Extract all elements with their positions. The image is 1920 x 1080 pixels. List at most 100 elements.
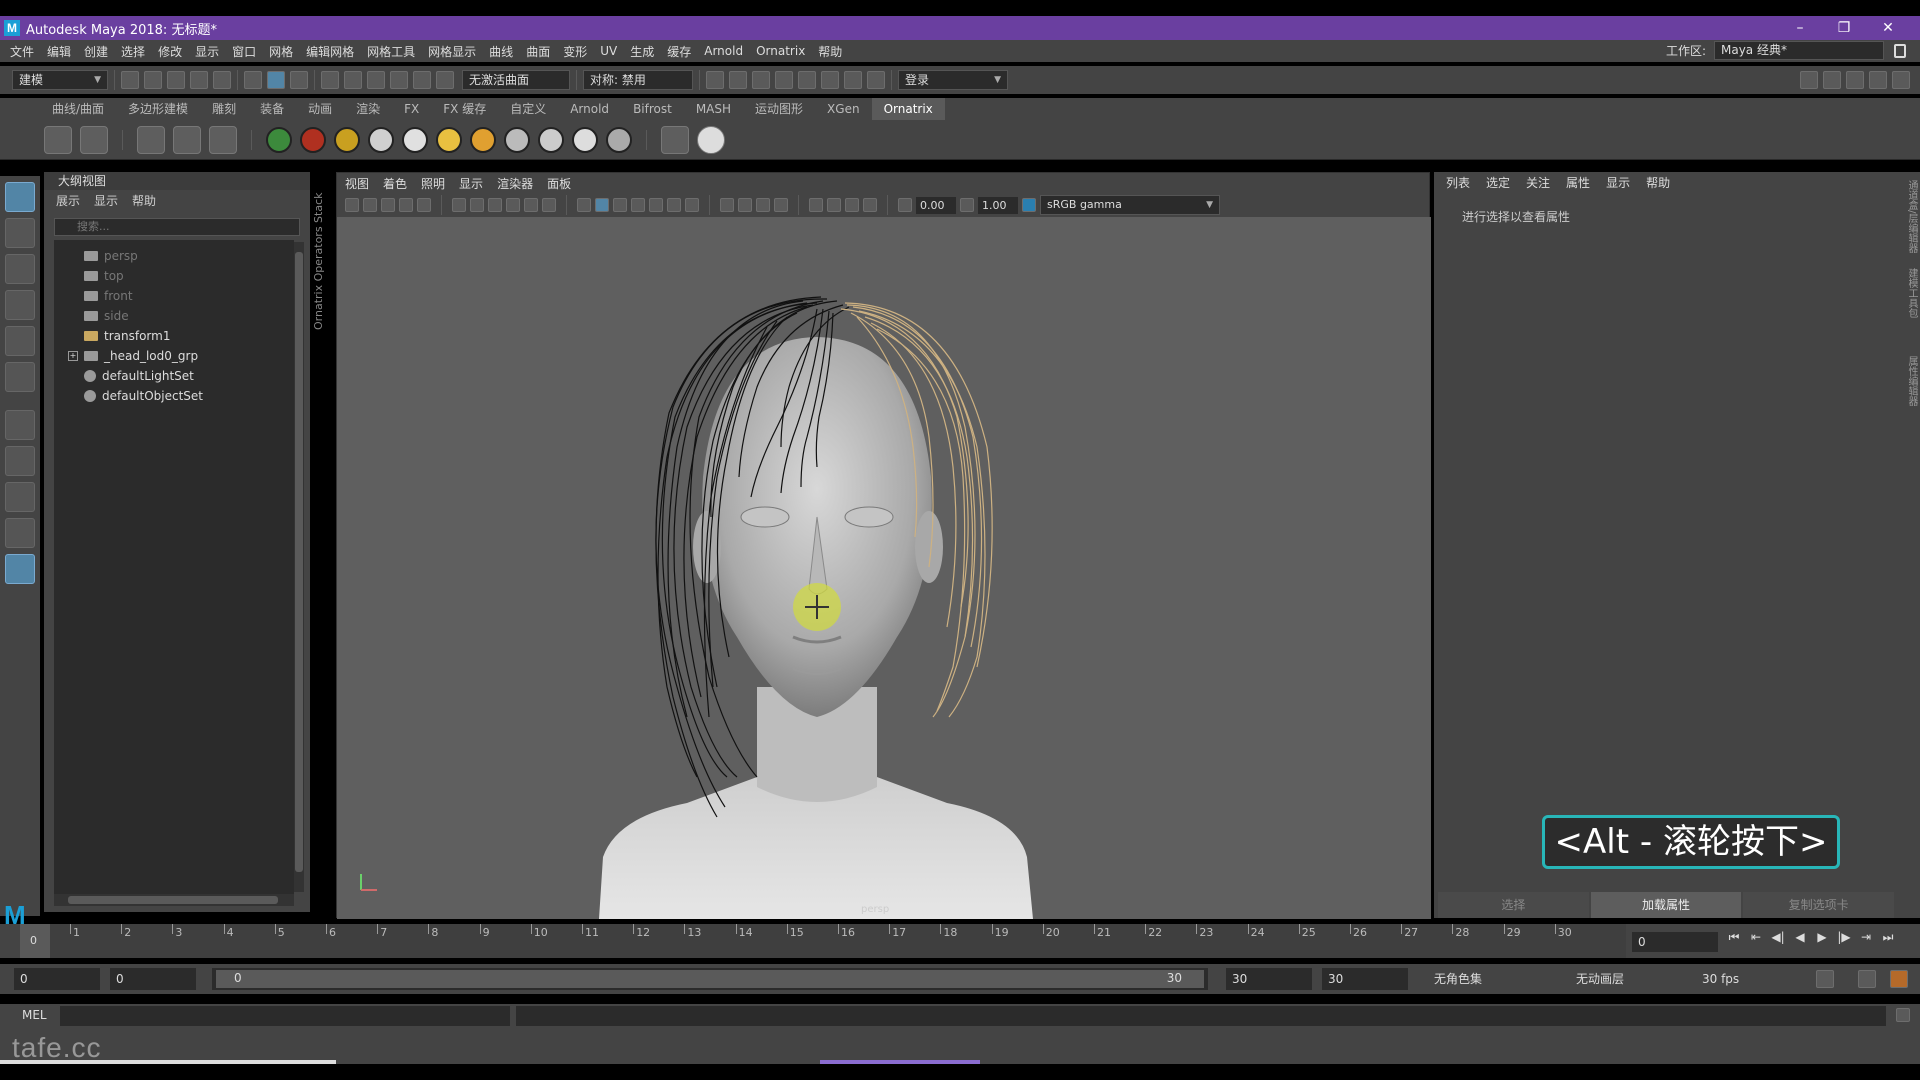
outliner-item-default-light-set[interactable]: defaultLightSet [54,366,294,386]
ae-menu-show[interactable]: 显示 [1606,174,1630,191]
select-tool-icon[interactable] [5,182,35,212]
viewport-menu-renderer[interactable]: 渲染器 [497,175,533,192]
ornatrix-operator-icon-6[interactable] [436,126,462,153]
range-thumb[interactable] [216,970,1204,988]
exposure-icon[interactable] [898,198,912,212]
outliner-item-default-object-set[interactable]: defaultObjectSet [54,386,294,406]
rotate-tool-icon[interactable] [5,326,35,356]
outliner-item-persp[interactable]: persp [54,246,294,266]
ae-copy-tab-button[interactable]: 复制选项卡 [1743,892,1895,918]
resolution-gate-icon[interactable] [488,198,502,212]
channel-box-icon[interactable] [1892,71,1910,89]
ornatrix-operator-icon-3[interactable] [334,126,360,153]
menu-set-dropdown[interactable]: 建模 ▼ [12,70,108,90]
anti-aliasing-icon[interactable] [756,198,770,212]
ornatrix-operator-icon-1[interactable] [266,126,292,153]
ornatrix-operator-icon-8[interactable] [504,126,530,153]
shelf-tab-motion-graphics[interactable]: 运动图形 [743,98,815,120]
side-tab-modeling-toolkit[interactable]: 建模工具包 [1904,268,1919,348]
ornatrix-guides-icon[interactable] [80,125,108,154]
render-settings-icon[interactable] [775,71,793,89]
shelf-tab-arnold[interactable]: Arnold [558,98,621,120]
snap-surface-icon[interactable] [413,71,431,89]
pause-viewport-icon[interactable] [867,71,885,89]
ae-menu-selected[interactable]: 选定 [1486,174,1510,191]
shelf-tab-custom[interactable]: 自定义 [498,98,558,120]
exposure-field[interactable]: 0.00 [916,196,956,214]
lock-icon[interactable] [1894,43,1906,58]
shelf-tab-xgen[interactable]: XGen [815,98,872,120]
view-transform-dropdown[interactable]: sRGB gamma ▼ [1040,195,1220,215]
ornatrix-operator-icon-10[interactable] [572,126,598,153]
snap-grid-icon[interactable] [321,71,339,89]
scale-tool-icon[interactable] [5,362,35,392]
shelf-tab-curves[interactable]: 曲线/曲面 [40,98,116,120]
step-back-key-button[interactable]: ⇤ [1748,930,1764,945]
anim-end-field[interactable]: 30 [1322,968,1408,990]
character-set-dropdown[interactable]: 无角色集 [1428,968,1558,990]
ornatrix-operator-icon-5[interactable] [402,126,428,153]
workspace-dropdown[interactable]: Maya 经典* [1714,41,1884,60]
undo-icon[interactable] [190,71,208,89]
menu-windows[interactable]: 窗口 [232,43,256,60]
light-editor-icon[interactable] [844,71,862,89]
restore-button[interactable]: ❐ [1822,16,1866,40]
xray-components-icon[interactable] [863,198,877,212]
side-tab-channel-box[interactable]: 通道盒/层编辑器 [1904,180,1919,260]
wireframe-icon[interactable] [577,198,591,212]
render-setup-icon[interactable] [821,71,839,89]
outliner-item-top[interactable]: top [54,266,294,286]
modeling-toolkit-icon[interactable] [1800,71,1818,89]
ornatrix-operator-icon-4[interactable] [368,126,394,153]
ae-menu-focus[interactable]: 关注 [1526,174,1550,191]
snap-view-icon[interactable] [390,71,408,89]
menu-edit-mesh[interactable]: 编辑网格 [306,43,354,60]
menu-help[interactable]: 帮助 [818,43,842,60]
select-camera-icon[interactable] [345,198,359,212]
step-forward-frame-button[interactable]: |▶ [1836,930,1852,945]
character-controls-icon[interactable] [1823,71,1841,89]
safe-action-icon[interactable] [542,198,556,212]
menu-mesh-display[interactable]: 网格显示 [428,43,476,60]
step-back-frame-button[interactable]: ◀| [1770,930,1786,945]
shelf-tab-animation[interactable]: 动画 [296,98,344,120]
playback-start-field[interactable]: 0 [110,968,196,990]
ornatrix-operator-icon-2[interactable] [300,126,326,153]
ae-menu-attributes[interactable]: 属性 [1566,174,1590,191]
menu-create[interactable]: 创建 [84,43,108,60]
fps-dropdown[interactable]: 30 fps [1696,968,1800,990]
shelf-tab-ornatrix[interactable]: Ornatrix [871,98,945,120]
new-scene-icon[interactable] [121,71,139,89]
ornatrix-operator-icon-11[interactable] [606,126,632,153]
textured-icon[interactable] [649,198,663,212]
ornatrix-list-icon[interactable] [661,125,689,154]
outliner-layout-icon[interactable] [5,554,35,584]
ae-menu-help[interactable]: 帮助 [1646,174,1670,191]
field-chart-icon[interactable] [524,198,538,212]
ae-select-button[interactable]: 选择 [1438,892,1589,918]
viewport-menu-view[interactable]: 视图 [345,175,369,192]
viewport-menu-show[interactable]: 显示 [459,175,483,192]
expand-icon[interactable]: + [68,351,78,361]
viewport-scene[interactable]: persp [337,217,1431,919]
viewport-menu-panels[interactable]: 面板 [547,175,571,192]
color-management-icon[interactable] [1022,198,1036,212]
auto-key-icon[interactable] [1858,970,1876,988]
outliner-item-front[interactable]: front [54,286,294,306]
loop-icon[interactable] [1816,970,1834,988]
login-dropdown[interactable]: 登录 ▼ [898,70,1008,90]
menu-generate[interactable]: 生成 [630,43,654,60]
range-bar[interactable]: 0 30 [212,968,1208,990]
ornatrix-fur-icon[interactable] [209,125,237,154]
menu-curves[interactable]: 曲线 [489,43,513,60]
ae-menu-list[interactable]: 列表 [1446,174,1470,191]
preferences-icon[interactable] [1890,970,1908,988]
outliner-item-transform1[interactable]: transform1 [54,326,294,346]
viewport-menu-shading[interactable]: 着色 [383,175,407,192]
gamma-field[interactable]: 1.00 [978,196,1018,214]
shelf-tab-rigging[interactable]: 装备 [248,98,296,120]
default-material-icon[interactable] [613,198,627,212]
playhead[interactable]: 0 [20,924,50,958]
script-language-label[interactable]: MEL [22,1008,47,1022]
four-view-layout-icon[interactable] [5,482,35,512]
